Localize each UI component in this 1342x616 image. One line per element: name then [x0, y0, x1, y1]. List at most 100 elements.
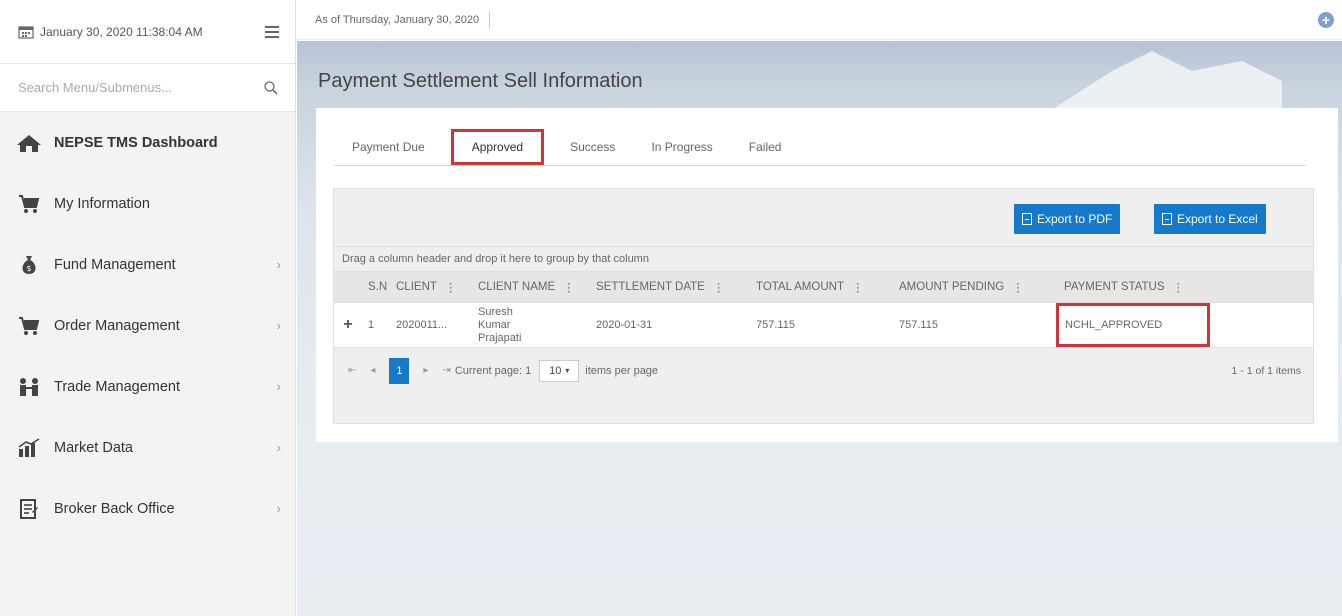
column-header-label: AMOUNT PENDING — [899, 281, 1005, 293]
pdf-file-icon — [1022, 213, 1032, 225]
cell-payment-status: NCHL_APPROVED — [1056, 303, 1218, 347]
cell-sn: 1 — [368, 319, 375, 331]
current-page-label: Current page: 1 — [454, 364, 532, 377]
tab-success[interactable]: Success — [552, 129, 633, 165]
dropdown-arrow-icon: ▾ — [565, 366, 570, 375]
column-header-total-amount[interactable]: TOTAL AMOUNT ⋮ — [750, 280, 893, 294]
export-pdf-button[interactable]: Export to PDF — [1014, 204, 1121, 234]
sidebar: January 30, 2020 11:38:04 AM NEPSE TMS D… — [0, 0, 296, 616]
next-page-icon[interactable]: ▸ — [423, 365, 428, 376]
chevron-right-icon: › — [276, 379, 281, 394]
cart-icon — [16, 315, 42, 337]
sidebar-item-broker-back-office[interactable]: Broker Back Office › — [0, 478, 295, 539]
sidebar-item-my-information[interactable]: My Information — [0, 173, 295, 234]
column-menu-icon[interactable]: ⋮ — [852, 280, 863, 294]
sidebar-item-trade-management[interactable]: Trade Management › — [0, 356, 295, 417]
cell-client-name: Suresh Kumar Prajapati — [472, 306, 590, 345]
column-header-client[interactable]: CLIENT ⋮ — [390, 280, 472, 294]
cell-client-name-text: Suresh Kumar Prajapati — [478, 305, 522, 344]
sidebar-item-label: My Information — [54, 195, 150, 212]
current-datetime: January 30, 2020 11:38:04 AM — [40, 24, 203, 39]
plus-icon[interactable]: + — [1318, 12, 1334, 28]
calendar-icon — [18, 25, 34, 39]
sidebar-item-market-data[interactable]: Market Data › — [0, 417, 295, 478]
page-size-value: 10 — [549, 364, 562, 377]
chevron-right-icon: › — [276, 501, 281, 516]
column-menu-icon[interactable]: ⋮ — [1012, 280, 1023, 294]
column-header-label: TOTAL AMOUNT — [756, 281, 844, 293]
sidebar-item-label: Trade Management — [54, 378, 181, 395]
content-panel: Payment Due Approved Success In Progress… — [316, 108, 1338, 442]
tab-approved[interactable]: Approved — [450, 128, 545, 165]
cell-client: 2020011... — [396, 319, 448, 331]
export-excel-label: Export to Excel — [1177, 212, 1258, 226]
chart-icon — [16, 437, 42, 459]
tab-in-progress[interactable]: In Progress — [633, 129, 730, 165]
page-size-select[interactable]: 10 ▾ — [539, 359, 580, 382]
export-pdf-label: Export to PDF — [1037, 212, 1113, 226]
column-header-client-name[interactable]: CLIENT NAME ⋮ — [472, 280, 590, 294]
sidebar-item-label: Order Management — [54, 317, 180, 334]
sidebar-item-label: Fund Management — [54, 256, 176, 273]
column-menu-icon[interactable]: ⋮ — [445, 280, 456, 294]
first-page-icon[interactable]: ⇤ — [348, 365, 356, 376]
column-header-label: PAYMENT STATUS — [1064, 281, 1165, 293]
column-header-amount-pending[interactable]: AMOUNT PENDING ⋮ — [893, 280, 1058, 294]
document-icon — [16, 498, 42, 520]
sidebar-item-label: Broker Back Office — [54, 500, 175, 517]
people-icon — [16, 376, 42, 398]
search-menu-input[interactable] — [18, 80, 263, 95]
prev-page-icon[interactable]: ◂ — [370, 365, 375, 376]
money-bag-icon: $ — [16, 254, 42, 276]
column-menu-icon[interactable]: ⋮ — [713, 280, 724, 294]
column-header-label: CLIENT — [396, 281, 437, 293]
sidebar-item-label: Market Data — [54, 439, 133, 456]
cell-settlement-date: 2020-01-31 — [596, 319, 653, 331]
svg-text:$: $ — [26, 264, 31, 273]
cell-total-amount: 757.115 — [756, 319, 795, 331]
export-excel-button[interactable]: Export to Excel — [1154, 204, 1266, 234]
items-per-page-label: items per page — [585, 364, 659, 377]
home-icon — [16, 132, 42, 154]
cell-amount-pending: 757.115 — [899, 319, 938, 331]
sidebar-nav: NEPSE TMS Dashboard My Information $ Fun… — [0, 112, 295, 539]
chevron-right-icon: › — [276, 257, 281, 272]
top-bar: As of Thursday, January 30, 2020 + — [297, 0, 1342, 40]
column-header-label: S.N — [368, 281, 388, 293]
sidebar-item-order-management[interactable]: Order Management › — [0, 295, 295, 356]
row-expand-button[interactable]: + — [334, 316, 362, 334]
plus-icon[interactable]: + — [343, 316, 352, 334]
payment-status-value: NCHL_APPROVED — [1056, 303, 1210, 347]
pager: ⇤ ◂ 1 ▸ ⇥ Current page: 1 10 ▾ items per… — [334, 347, 1313, 393]
pager-info: 1 - 1 of 1 items — [1231, 365, 1301, 377]
mountain-backdrop — [1042, 51, 1282, 116]
column-header-sn[interactable]: S.N — [362, 281, 390, 293]
column-menu-icon[interactable]: ⋮ — [1173, 280, 1184, 294]
page-number-button[interactable]: 1 — [389, 357, 410, 384]
column-header-label: CLIENT NAME — [478, 281, 556, 293]
search-icon[interactable] — [263, 80, 279, 96]
as-of-date: As of Thursday, January 30, 2020 — [315, 13, 480, 26]
cart-icon — [16, 193, 42, 215]
column-menu-icon[interactable]: ⋮ — [563, 280, 574, 294]
tab-payment-due[interactable]: Payment Due — [334, 129, 443, 165]
table-header: S.N CLIENT ⋮ CLIENT NAME ⋮ SETTLEMENT DATE… — [334, 271, 1313, 303]
tab-bar: Payment Due Approved Success In Progress… — [334, 128, 1306, 166]
divider — [489, 10, 491, 29]
last-page-icon[interactable]: ⇥ — [442, 365, 450, 376]
sidebar-item-fund-management[interactable]: $ Fund Management › — [0, 234, 295, 295]
group-drop-zone[interactable]: Drag a column header and drop it here to… — [334, 247, 1313, 271]
tab-failed[interactable]: Failed — [731, 129, 800, 165]
table-row[interactable]: + 1 2020011... Suresh Kumar Prajapati 20… — [334, 303, 1313, 347]
menu-toggle-icon[interactable] — [265, 25, 279, 38]
excel-file-icon — [1162, 213, 1172, 225]
sidebar-item-label: NEPSE TMS Dashboard — [54, 134, 218, 151]
sidebar-item-nepse-tms-dashboard[interactable]: NEPSE TMS Dashboard — [0, 112, 295, 173]
chevron-right-icon: › — [276, 440, 281, 455]
column-header-payment-status[interactable]: PAYMENT STATUS ⋮ — [1058, 280, 1218, 294]
grid-toolbar: Export to PDF Export to Excel — [334, 189, 1313, 247]
column-header-settlement-date[interactable]: SETTLEMENT DATE ⋮ — [590, 280, 750, 294]
search-box — [0, 64, 295, 112]
chevron-right-icon: › — [276, 318, 281, 333]
page-title: Payment Settlement Sell Information — [318, 70, 643, 92]
